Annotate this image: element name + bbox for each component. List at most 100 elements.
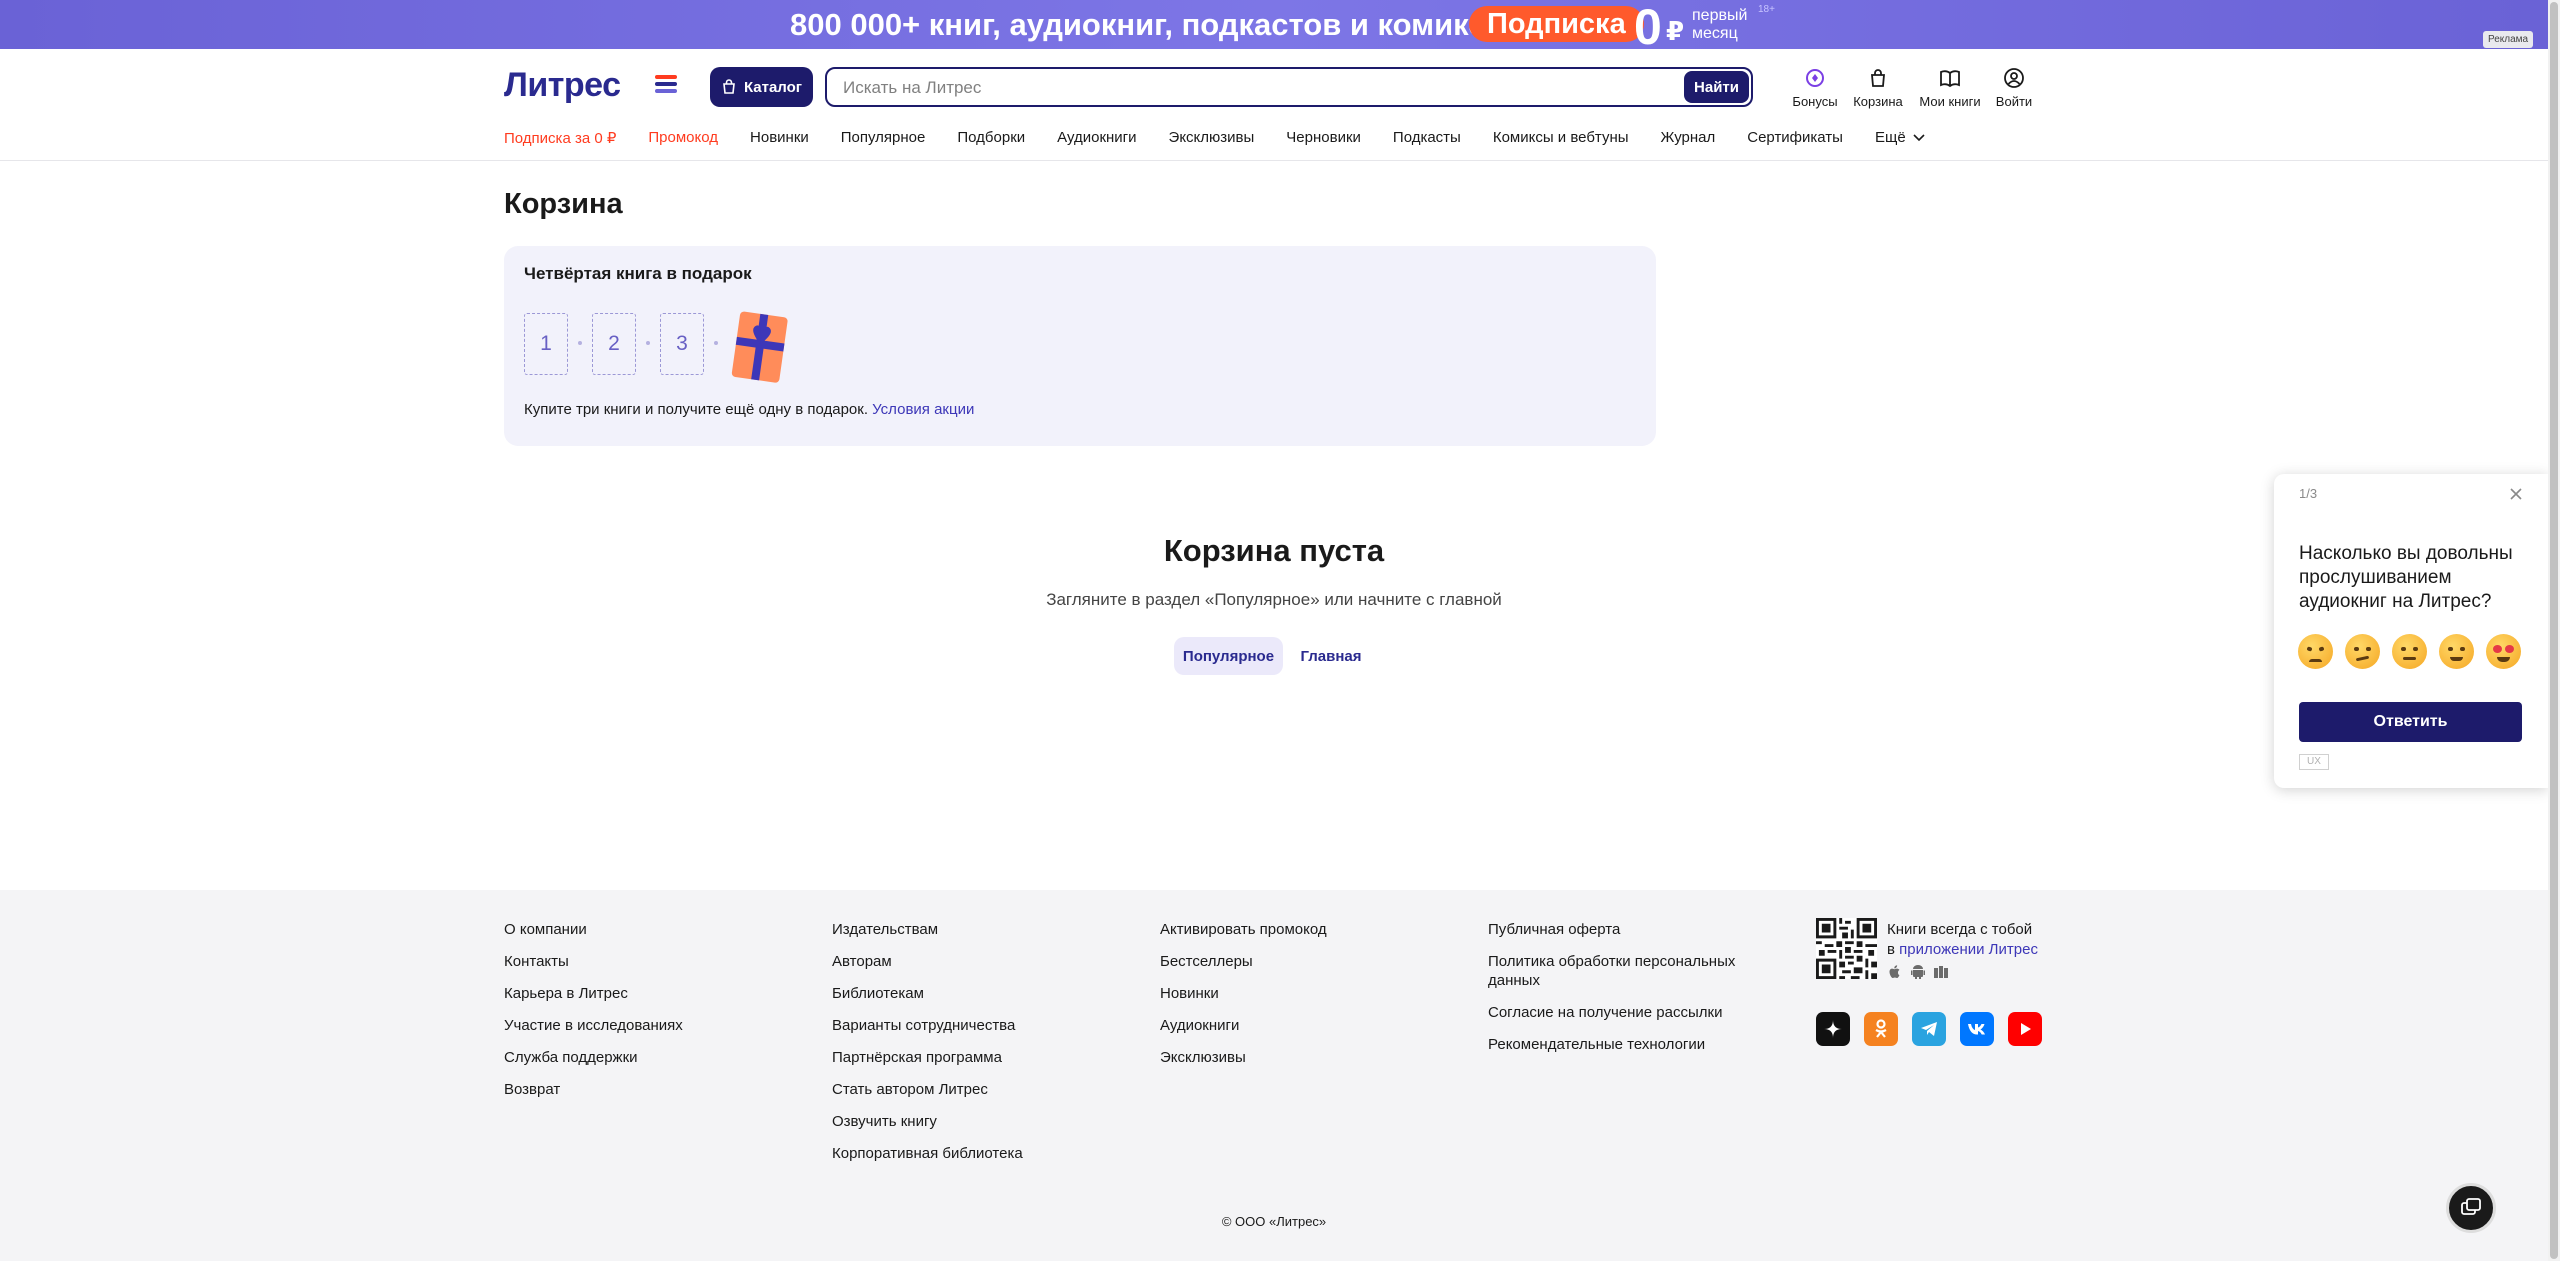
apple-icon[interactable] (1887, 964, 1903, 980)
footer-link[interactable]: Активировать промокод (1160, 920, 1327, 939)
footer-link[interactable]: О компании (504, 920, 683, 939)
promo-subtext: первый месяц (1692, 7, 1748, 42)
page-scrollbar[interactable] (2548, 0, 2560, 1261)
footer-link[interactable]: Эксклюзивы (1160, 1048, 1327, 1067)
search-button[interactable]: Найти (1684, 71, 1749, 103)
neutral-emoji-icon[interactable] (2392, 634, 2427, 669)
footer-link[interactable]: Варианты сотрудничества (832, 1016, 1023, 1035)
app-promo-line-2: в (1887, 941, 1895, 958)
nav-item-journal[interactable]: Журнал (1661, 129, 1716, 153)
dzen-icon[interactable] (1816, 1012, 1850, 1046)
gift-promo-description: Купите три книги и получите ещё одну в п… (524, 401, 868, 418)
main-nav: Подписка за 0 ₽ Промокод Новинки Популяр… (504, 129, 1957, 153)
promo-age-rating: 18+ (1758, 4, 1775, 15)
book-icon (1940, 70, 1960, 88)
book-slot: 1 (524, 313, 568, 375)
promo-banner[interactable]: 800 000+ книг, аудиокниг, подкастов и ко… (0, 0, 2548, 55)
app-promo-text: Книги всегда с тобой в приложении Литрес (1887, 920, 2057, 960)
litres-logo[interactable]: Литрес (504, 66, 621, 105)
catalog-bag-icon (723, 79, 735, 94)
appgallery-icon[interactable] (1933, 964, 1949, 980)
content-emoji-icon[interactable] (2439, 634, 2474, 669)
close-icon[interactable] (2506, 484, 2526, 504)
nav-item-more[interactable]: Ещё (1875, 129, 1925, 153)
footer-link[interactable]: Аудиокниги (1160, 1016, 1327, 1035)
footer-link[interactable]: Публичная оферта (1488, 920, 1748, 939)
app-link[interactable]: приложении Литрес (1899, 941, 2038, 958)
footer-link[interactable]: Карьера в Литрес (504, 984, 683, 1003)
empty-cart-title: Корзина пуста (1163, 533, 1385, 568)
footer-link[interactable]: Стать автором Литрес (832, 1080, 1023, 1099)
nav-item-comics[interactable]: Комиксы и вебтуны (1493, 129, 1629, 153)
gift-promo-title: Четвёртая книга в подарок (524, 264, 752, 283)
angry-emoji-icon[interactable] (2298, 634, 2333, 669)
store-icons (1887, 964, 1949, 980)
footer-column-legal: Публичная оферта Политика обработки перс… (1488, 920, 1748, 1067)
footer-link[interactable]: Контакты (504, 952, 683, 971)
bonuses-button[interactable]: Бонусы (1790, 67, 1840, 109)
login-button[interactable]: Войти (1994, 67, 2034, 109)
cart-button[interactable]: Корзина (1852, 67, 1904, 109)
survey-submit-button[interactable]: Ответить (2299, 702, 2522, 742)
nav-item-popular[interactable]: Популярное (841, 129, 926, 153)
nav-item-exclusives[interactable]: Эксклюзивы (1169, 129, 1255, 153)
qr-code-icon (1816, 918, 1877, 979)
footer-link[interactable]: Рекомендательные технологии (1488, 1035, 1748, 1054)
telegram-icon[interactable] (1912, 1012, 1946, 1046)
nav-item-collections[interactable]: Подборки (957, 129, 1025, 153)
footer-column-company: О компании Контакты Карьера в Литрес Уча… (504, 920, 683, 1112)
slot-separator (714, 341, 718, 345)
bonuses-label: Бонусы (1792, 94, 1838, 109)
chat-icon (2461, 1198, 2481, 1215)
bonuses-icon (1806, 69, 1824, 87)
nav-item-audiobooks[interactable]: Аудиокниги (1057, 129, 1136, 153)
footer-link[interactable]: Участие в исследованиях (504, 1016, 683, 1035)
nav-item-podcasts[interactable]: Подкасты (1393, 129, 1461, 153)
popular-button[interactable]: Популярное (1174, 637, 1283, 675)
youtube-icon[interactable] (2008, 1012, 2042, 1046)
chevron-down-icon (1913, 134, 1925, 142)
footer-link[interactable]: Авторам (832, 952, 1023, 971)
promo-currency: ₽ (1666, 16, 1685, 46)
cart-bag-icon (1871, 69, 1885, 87)
nav-item-drafts[interactable]: Черновики (1286, 129, 1361, 153)
promo-subscription-pill[interactable]: Подписка (1469, 6, 1644, 42)
promo-terms-link[interactable]: Условия акции (872, 401, 974, 418)
social-links (1816, 1012, 2042, 1046)
odnoklassniki-icon[interactable] (1864, 1012, 1898, 1046)
home-button[interactable]: Главная (1294, 637, 1368, 675)
search-input[interactable] (843, 76, 1703, 100)
book-slot: 3 (660, 313, 704, 375)
app-promo-line-1: Книги всегда с тобой (1887, 921, 2033, 938)
footer-link[interactable]: Издательствам (832, 920, 1023, 939)
footer-link[interactable]: Корпоративная библиотека (832, 1144, 1023, 1163)
footer-link[interactable]: Новинки (1160, 984, 1327, 1003)
promo-text: 800 000+ книг, аудиокниг, подкастов и ко… (790, 7, 1524, 42)
footer-link[interactable]: Согласие на получение рассылки (1488, 1003, 1748, 1022)
gift-promo-text: Купите три книги и получите ещё одну в п… (524, 401, 974, 418)
logo-stripes-icon (655, 75, 677, 93)
support-chat-button[interactable] (2446, 1183, 2496, 1233)
footer-link[interactable]: Политика обработки персональных данных (1488, 952, 1748, 990)
catalog-label: Каталог (743, 78, 803, 96)
nav-item-new[interactable]: Новинки (750, 129, 809, 153)
nav-item-subscription[interactable]: Подписка за 0 ₽ (504, 129, 616, 153)
footer-link[interactable]: Служба поддержки (504, 1048, 683, 1067)
scrollbar-thumb[interactable] (2550, 2, 2558, 1259)
page-title: Корзина (504, 188, 623, 220)
footer-link[interactable]: Бестселлеры (1160, 952, 1327, 971)
footer-link[interactable]: Возврат (504, 1080, 683, 1099)
book-slot: 2 (592, 313, 636, 375)
footer-link[interactable]: Озвучить книгу (832, 1112, 1023, 1131)
footer-link[interactable]: Библиотекам (832, 984, 1023, 1003)
android-icon[interactable] (1910, 964, 1926, 980)
vk-icon[interactable] (1960, 1012, 1994, 1046)
nav-item-promocode[interactable]: Промокод (648, 129, 718, 153)
ad-label: Реклама (2483, 31, 2534, 48)
catalog-button[interactable]: Каталог (710, 67, 813, 107)
displeased-emoji-icon[interactable] (2345, 634, 2380, 669)
footer-link[interactable]: Партнёрская программа (832, 1048, 1023, 1067)
nav-item-certificates[interactable]: Сертификаты (1747, 129, 1843, 153)
my-books-button[interactable]: Мои книги (1916, 67, 1984, 109)
love-emoji-icon[interactable] (2486, 634, 2521, 669)
